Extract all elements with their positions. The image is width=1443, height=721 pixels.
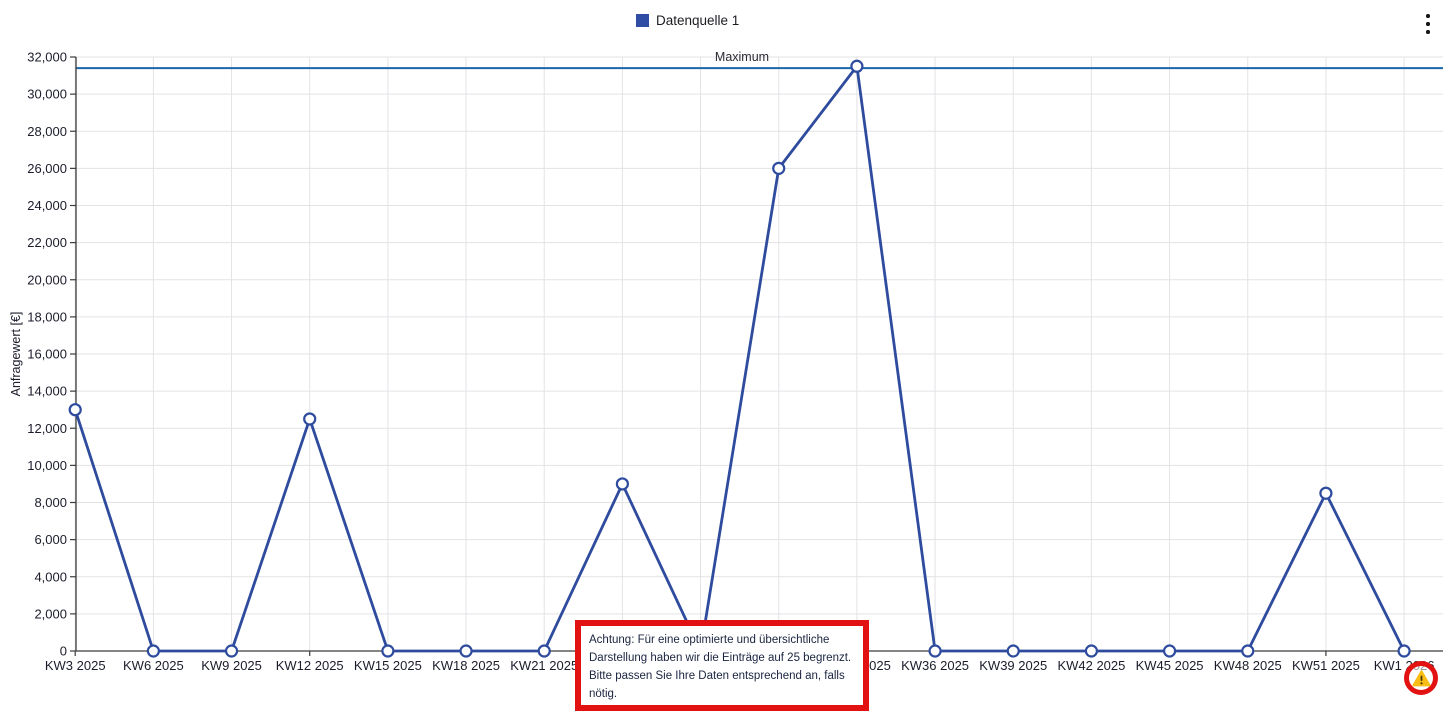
x-axis-tick-label: KW45 2025	[1136, 658, 1204, 673]
y-axis-tick-label: 8,000	[34, 495, 67, 510]
x-axis-tick-label: KW3 2025	[45, 658, 106, 673]
x-axis-tick-label: KW21 2025	[510, 658, 578, 673]
y-axis-tick-label: 28,000	[27, 124, 67, 139]
y-axis-tick-label: 32,000	[27, 50, 67, 65]
y-axis-tick-label: 20,000	[27, 272, 67, 287]
data-point-marker[interactable]	[1320, 488, 1331, 499]
y-axis-tick-label: 14,000	[27, 384, 67, 399]
x-axis-tick-label: KW9 2025	[201, 658, 262, 673]
data-point-marker[interactable]	[1164, 646, 1175, 657]
data-point-marker[interactable]	[1242, 646, 1253, 657]
data-point-marker[interactable]	[1086, 646, 1097, 657]
x-axis-tick-label: KW6 2025	[123, 658, 184, 673]
data-point-marker[interactable]	[461, 646, 472, 657]
data-point-marker[interactable]	[851, 61, 862, 72]
data-point-marker[interactable]	[617, 478, 628, 489]
y-axis-tick-label: 24,000	[27, 198, 67, 213]
max-line-label: Maximum	[715, 50, 769, 64]
data-point-marker[interactable]	[148, 646, 159, 657]
line-chart-plot-area: Maximum 0 2,000 4,000 6,000 8,000 10,000 12,000…	[0, 0, 1443, 721]
chart-page: Datenquelle 1 Anfragewert [€] Maximum02,…	[0, 0, 1443, 721]
data-point-marker[interactable]	[539, 646, 550, 657]
y-axis-tick-label: 2,000	[34, 606, 67, 621]
y-axis-tick-label: 0	[60, 644, 67, 659]
y-axis-tick-label: 10,000	[27, 458, 67, 473]
data-point-marker[interactable]	[930, 646, 941, 657]
x-axis-tick-label: KW48 2025	[1214, 658, 1282, 673]
x-axis-tick-label: KW39 2025	[979, 658, 1047, 673]
data-point-marker[interactable]	[304, 413, 315, 424]
data-point-marker[interactable]	[773, 163, 784, 174]
x-axis-tick-label: KW42 2025	[1057, 658, 1125, 673]
y-axis-tick-label: 4,000	[34, 569, 67, 584]
x-axis-tick-label: KW51 2025	[1292, 658, 1360, 673]
x-axis-tick-label: KW15 2025	[354, 658, 422, 673]
limit-warning-tooltip: Achtung: Für eine optimierte und übersic…	[575, 620, 869, 711]
data-point-marker[interactable]	[1008, 646, 1019, 657]
data-point-marker[interactable]	[70, 404, 81, 415]
y-axis-tick-label: 30,000	[27, 87, 67, 102]
y-axis-tick-label: 18,000	[27, 309, 67, 324]
x-axis-tick-label: KW18 2025	[432, 658, 500, 673]
y-axis-tick-label: 26,000	[27, 161, 67, 176]
y-axis-tick-label: 6,000	[34, 532, 67, 547]
x-axis-tick-label: KW36 2025	[901, 658, 969, 673]
x-axis-tick-label: KW12 2025	[276, 658, 344, 673]
y-axis-tick-label: 12,000	[27, 421, 67, 436]
series-line	[75, 66, 1404, 651]
y-axis-tick-label: 16,000	[27, 347, 67, 362]
warning-ring-highlight[interactable]	[1404, 661, 1438, 695]
y-axis-tick-label: 22,000	[27, 235, 67, 250]
data-point-marker[interactable]	[382, 646, 393, 657]
data-point-marker[interactable]	[1399, 646, 1410, 657]
data-point-marker[interactable]	[226, 646, 237, 657]
warning-triangle-icon	[1412, 670, 1431, 687]
